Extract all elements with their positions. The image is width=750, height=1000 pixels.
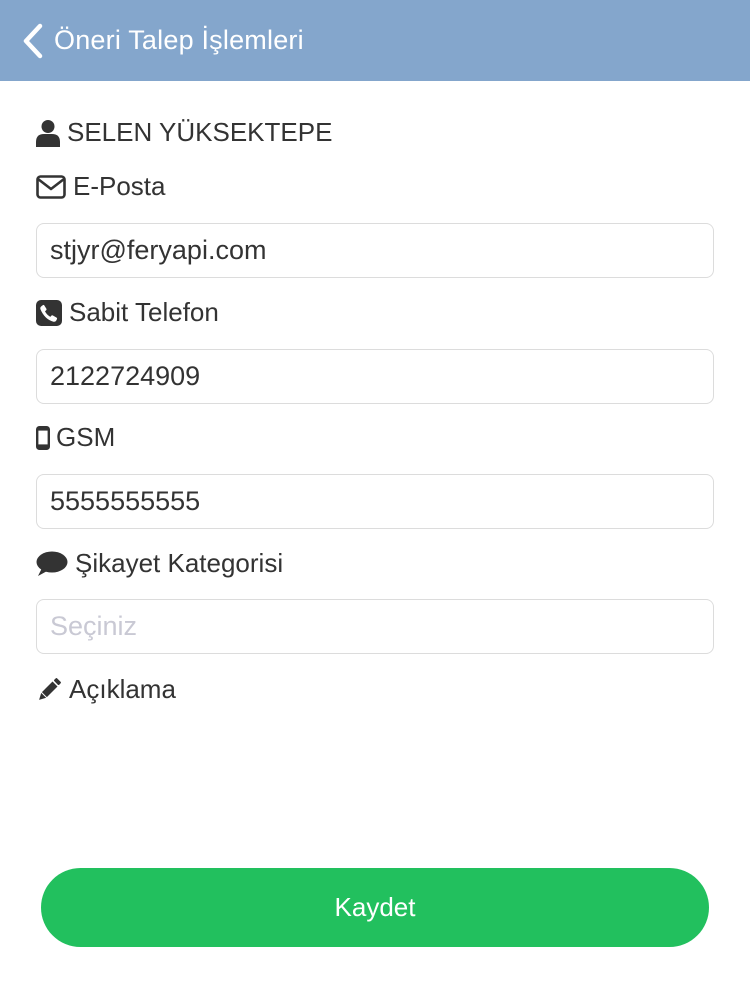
gsm-field[interactable] xyxy=(36,474,714,529)
email-label-text: E-Posta xyxy=(73,171,166,201)
category-label: Şikayet Kategorisi xyxy=(36,548,283,579)
envelope-icon xyxy=(36,174,66,199)
user-name: SELEN YÜKSEKTEPE xyxy=(67,117,333,147)
landline-label-text: Sabit Telefon xyxy=(69,297,219,327)
page-title: Öneri Talep İşlemleri xyxy=(54,25,304,55)
description-label-text: Açıklama xyxy=(69,674,176,704)
phone-icon xyxy=(36,299,62,326)
landline-label: Sabit Telefon xyxy=(36,297,219,328)
category-label-text: Şikayet Kategorisi xyxy=(75,548,284,578)
category-placeholder: Seçiniz xyxy=(50,611,138,641)
mobile-phone-icon xyxy=(36,425,50,450)
speech-bubble-icon xyxy=(36,551,68,577)
email-field[interactable] xyxy=(36,223,714,278)
chevron-left-icon xyxy=(22,23,44,59)
pencil-icon xyxy=(36,677,62,703)
category-select[interactable]: Seçiniz xyxy=(36,599,714,654)
email-label: E-Posta xyxy=(36,171,166,202)
gsm-label: GSM xyxy=(36,422,115,453)
save-button[interactable]: Kaydet xyxy=(41,868,709,947)
description-label: Açıklama xyxy=(36,674,176,705)
app-header: Öneri Talep İşlemleri xyxy=(0,0,750,81)
gsm-label-text: GSM xyxy=(56,422,116,452)
back-button[interactable] xyxy=(0,0,44,81)
user-name-row: SELEN YÜKSEKTEPE xyxy=(36,117,332,148)
landline-field[interactable] xyxy=(36,349,714,404)
user-icon xyxy=(36,119,60,147)
